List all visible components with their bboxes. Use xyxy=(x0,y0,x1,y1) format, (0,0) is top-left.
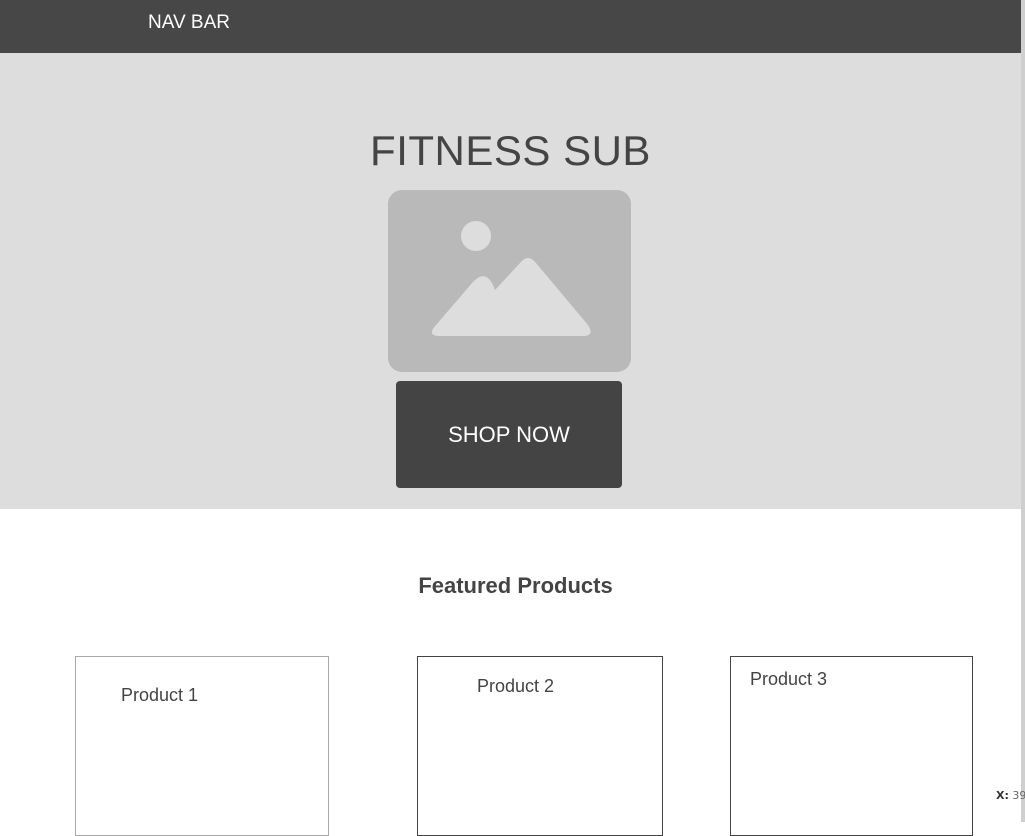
hero-title: FITNESS SUB xyxy=(370,127,651,174)
product-card[interactable]: Product 1 xyxy=(75,656,329,836)
featured-products-heading: Featured Products xyxy=(418,573,613,598)
image-placeholder-icon xyxy=(388,190,631,372)
product-label: Product 2 xyxy=(477,676,555,696)
coordinate-x-value: 393 xyxy=(1012,789,1025,802)
coordinate-x-label: X: xyxy=(996,789,1009,802)
coordinate-readout: X: 393 xyxy=(996,789,1025,802)
product-card[interactable]: Product 3 xyxy=(730,656,973,836)
hero-section: FITNESS SUB SHOP NOW xyxy=(0,53,1021,509)
nav-bar-title[interactable]: NAV BAR xyxy=(148,12,230,34)
vertical-scrollbar[interactable] xyxy=(1021,0,1025,822)
product-card[interactable]: Product 2 xyxy=(417,656,663,836)
product-label: Product 3 xyxy=(750,669,828,689)
nav-bar: NAV BAR xyxy=(0,0,1021,53)
product-label: Product 1 xyxy=(121,685,199,705)
shop-now-button[interactable]: SHOP NOW xyxy=(396,381,622,488)
